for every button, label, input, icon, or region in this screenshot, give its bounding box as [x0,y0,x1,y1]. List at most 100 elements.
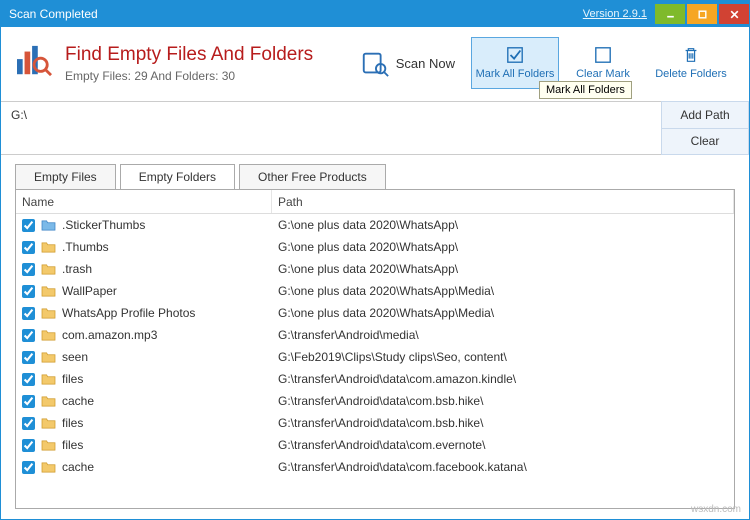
row-name: .StickerThumbs [62,218,145,232]
clear-path-button[interactable]: Clear [661,129,749,156]
cell-name: files [16,416,272,430]
cell-path: G:\one plus data 2020\WhatsApp\ [272,240,734,254]
column-name[interactable]: Name [16,190,272,213]
row-name: seen [62,350,88,364]
cell-name: WallPaper [16,284,272,298]
row-name: WhatsApp Profile Photos [62,306,195,320]
path-bar: G:\ Add Path Clear [1,101,749,155]
add-path-button[interactable]: Add Path [661,101,749,129]
table-row[interactable]: files G:\transfer\Android\data\com.everno… [16,434,734,456]
folder-icon [41,241,56,254]
cell-path: G:\one plus data 2020\WhatsApp\ [272,218,734,232]
row-checkbox[interactable] [22,329,35,342]
cell-name: cache [16,460,272,474]
table-row[interactable]: seen G:\Feb2019\Clips\Study clips\Seo, co… [16,346,734,368]
table-row[interactable]: WallPaper G:\one plus data 2020\WhatsApp\… [16,280,734,302]
delete-folders-button[interactable]: Delete Folders [647,37,735,89]
row-name: cache [62,394,94,408]
row-name: files [62,416,83,430]
cell-path: G:\Feb2019\Clips\Study clips\Seo, conten… [272,350,734,364]
cell-path: G:\one plus data 2020\WhatsApp\Media\ [272,284,734,298]
folder-icon [41,351,56,364]
clear-mark-label: Clear Mark [576,68,630,80]
row-name: com.amazon.mp3 [62,328,157,342]
folder-icon [41,219,56,232]
row-checkbox[interactable] [22,439,35,452]
table-row[interactable]: cache G:\transfer\Android\data\com.facebo… [16,456,734,478]
row-checkbox[interactable] [22,417,35,430]
folder-icon [41,307,56,320]
scan-now-icon [360,48,390,78]
row-checkbox[interactable] [22,373,35,386]
path-list[interactable]: G:\ [1,101,661,155]
scan-now-button[interactable]: Scan Now [360,48,455,78]
table-row[interactable]: files G:\transfer\Android\data\com.bsb.hi… [16,412,734,434]
cell-name: .Thumbs [16,240,272,254]
cell-path: G:\one plus data 2020\WhatsApp\ [272,262,734,276]
scan-status: Scan Completed [9,7,98,21]
cell-path: G:\transfer\Android\data\com.facebook.ka… [272,460,734,474]
row-name: WallPaper [62,284,117,298]
cell-path: G:\one plus data 2020\WhatsApp\Media\ [272,306,734,320]
maximize-button[interactable] [687,4,717,24]
row-name: files [62,372,83,386]
folder-icon [41,285,56,298]
cell-path: G:\transfer\Android\data\com.evernote\ [272,438,734,452]
checkbox-icon [506,46,524,64]
cell-name: .StickerThumbs [16,218,272,232]
path-item[interactable]: G:\ [11,108,651,122]
cell-name: seen [16,350,272,364]
table-row[interactable]: .StickerThumbs G:\one plus data 2020\What… [16,214,734,236]
tab-other-products[interactable]: Other Free Products [239,164,386,190]
mark-all-label: Mark All Folders [476,68,555,80]
cell-name: WhatsApp Profile Photos [16,306,272,320]
cell-path: G:\transfer\Android\data\com.amazon.kind… [272,372,734,386]
cell-name: com.amazon.mp3 [16,328,272,342]
row-name: cache [62,460,94,474]
close-button[interactable] [719,4,749,24]
row-name: .Thumbs [62,240,109,254]
empty-checkbox-icon [594,46,612,64]
row-checkbox[interactable] [22,351,35,364]
row-checkbox[interactable] [22,461,35,474]
scan-now-label: Scan Now [396,56,455,71]
row-name: .trash [62,262,92,276]
folder-icon [41,263,56,276]
delete-folders-label: Delete Folders [655,68,727,80]
cell-name: files [16,438,272,452]
row-checkbox[interactable] [22,219,35,232]
header: Find Empty Files And Folders Empty Files… [1,27,749,95]
folder-icon [41,417,56,430]
tab-empty-files[interactable]: Empty Files [15,164,116,190]
cell-name: files [16,372,272,386]
row-checkbox[interactable] [22,285,35,298]
table-row[interactable]: cache G:\transfer\Android\data\com.bsb.hi… [16,390,734,412]
cell-name: cache [16,394,272,408]
row-checkbox[interactable] [22,395,35,408]
app-logo-icon [15,44,53,83]
trash-icon [682,46,700,64]
folder-icon [41,329,56,342]
cell-path: G:\transfer\Android\media\ [272,328,734,342]
row-name: files [62,438,83,452]
cell-path: G:\transfer\Android\data\com.bsb.hike\ [272,394,734,408]
table-row[interactable]: .trash G:\one plus data 2020\WhatsApp\ [16,258,734,280]
minimize-button[interactable] [655,4,685,24]
grid-body[interactable]: .StickerThumbs G:\one plus data 2020\What… [16,214,734,508]
folder-icon [41,439,56,452]
table-row[interactable]: com.amazon.mp3 G:\transfer\Android\media\ [16,324,734,346]
table-row[interactable]: files G:\transfer\Android\data\com.amazon… [16,368,734,390]
cell-path: G:\transfer\Android\data\com.bsb.hike\ [272,416,734,430]
tab-empty-folders[interactable]: Empty Folders [120,164,235,190]
folder-icon [41,373,56,386]
row-checkbox[interactable] [22,241,35,254]
folder-icon [41,395,56,408]
column-path[interactable]: Path [272,190,734,213]
row-checkbox[interactable] [22,263,35,276]
version-link[interactable]: Version 2.9.1 [583,8,647,20]
grid-header: Name Path [16,190,734,214]
scan-stats: Empty Files: 29 And Folders: 30 [65,69,313,83]
row-checkbox[interactable] [22,307,35,320]
table-row[interactable]: .Thumbs G:\one plus data 2020\WhatsApp\ [16,236,734,258]
table-row[interactable]: WhatsApp Profile Photos G:\one plus data … [16,302,734,324]
